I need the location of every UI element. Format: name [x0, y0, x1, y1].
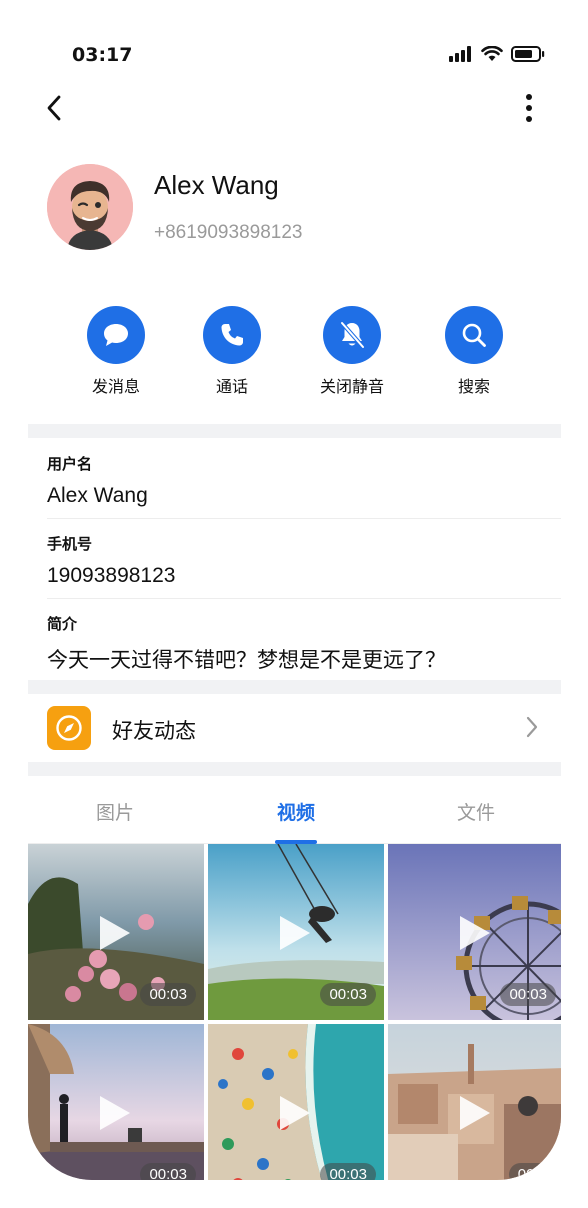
- video-duration: 00:03: [140, 1163, 196, 1180]
- back-button[interactable]: [40, 92, 68, 124]
- section-divider: [28, 680, 561, 694]
- section-divider: [28, 424, 561, 438]
- tab-videos[interactable]: 视频: [236, 798, 356, 825]
- more-vertical-icon: [526, 94, 532, 100]
- info-phone: 手机号 19093898123: [47, 533, 559, 588]
- video-thumbnail[interactable]: 00:03: [388, 844, 561, 1020]
- status-bar: 03:17: [28, 40, 561, 72]
- video-duration: 00:03: [140, 983, 196, 1006]
- more-options-button[interactable]: [519, 92, 539, 124]
- play-icon: [280, 1096, 310, 1130]
- media-tabs: 图片 视频 文件: [28, 776, 561, 844]
- info-value: 今天一天过得不错吧？梦想是不是更远了？: [47, 649, 446, 672]
- video-thumbnail[interactable]: 00:03: [208, 1024, 384, 1180]
- search-label: 搜索: [457, 377, 490, 396]
- search-button[interactable]: 搜索: [424, 306, 524, 397]
- battery-icon: [511, 46, 545, 62]
- video-thumbnail[interactable]: 00:03: [28, 1024, 204, 1180]
- info-label: 用户名: [47, 455, 93, 473]
- tab-files[interactable]: 文件: [416, 798, 536, 825]
- memoji-avatar-icon: [47, 164, 133, 250]
- moments-icon-tile: [47, 706, 91, 750]
- call-label: 通话: [215, 377, 248, 396]
- row-divider: [47, 598, 561, 599]
- wifi-icon: [481, 46, 503, 61]
- tab-images[interactable]: 图片: [55, 798, 175, 825]
- video-thumbnail[interactable]: 00:03: [208, 844, 384, 1020]
- video-duration: 00:03: [320, 983, 376, 1006]
- video-duration: 00:03: [320, 1163, 376, 1180]
- friend-moments-row[interactable]: 好友动态: [28, 694, 561, 762]
- status-time: 03:17: [72, 44, 133, 66]
- info-value: Alex Wang: [47, 484, 148, 507]
- play-icon: [460, 1096, 490, 1130]
- info-value: 19093898123: [47, 564, 176, 587]
- play-icon: [280, 916, 310, 950]
- status-icons: [449, 46, 545, 62]
- call-button[interactable]: 通话: [182, 306, 282, 397]
- row-divider: [47, 518, 561, 519]
- phone-icon: [221, 324, 243, 346]
- contact-detail-screen: 03:17 Alex Wang +8619093898123 发消息 通话 关闭…: [28, 0, 561, 1180]
- section-divider: [28, 762, 561, 776]
- moments-label: 好友动态: [112, 719, 196, 743]
- bell-muted-icon: [340, 321, 365, 349]
- info-bio: 简介 今天一天过得不错吧？梦想是不是更远了？: [47, 613, 559, 674]
- info-label: 手机号: [47, 535, 93, 553]
- video-thumbnail[interactable]: 00:03: [28, 844, 204, 1020]
- info-username: 用户名 Alex Wang: [47, 453, 559, 508]
- send-message-label: 发消息: [91, 377, 140, 396]
- info-label: 简介: [47, 615, 78, 633]
- send-message-button[interactable]: 发消息: [66, 306, 166, 397]
- play-icon: [100, 916, 130, 950]
- play-icon: [100, 1096, 130, 1130]
- compass-icon: [56, 715, 82, 741]
- quick-actions: 发消息 通话 关闭静音 搜索: [28, 306, 561, 396]
- avatar[interactable]: [47, 164, 133, 250]
- unmute-label: 关闭静音: [319, 377, 384, 396]
- play-icon: [460, 916, 490, 950]
- chevron-left-icon: [47, 95, 61, 121]
- profile-name: Alex Wang: [154, 170, 279, 200]
- unmute-button[interactable]: 关闭静音: [302, 306, 402, 397]
- video-duration: 00:0: [508, 1163, 556, 1180]
- search-icon: [462, 323, 486, 347]
- chevron-right-icon: [526, 716, 538, 738]
- video-duration: 00:03: [500, 983, 556, 1006]
- signal-bars-icon: [449, 46, 471, 62]
- profile-phone: +8619093898123: [154, 222, 303, 243]
- chat-bubble-icon: [104, 324, 128, 346]
- video-thumbnail[interactable]: 00:0: [388, 1024, 561, 1180]
